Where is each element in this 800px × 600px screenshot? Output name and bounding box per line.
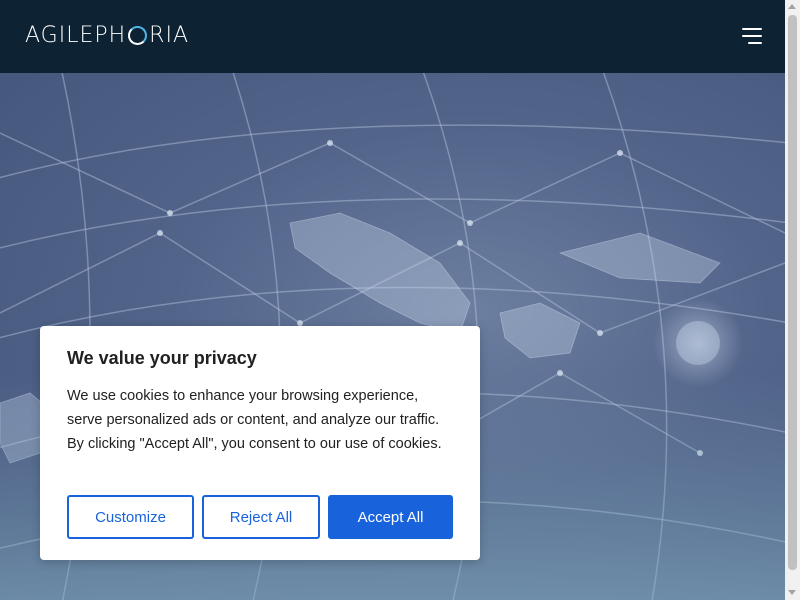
agilephoria-logo[interactable]: AGILEPH RIA (25, 22, 189, 48)
reject-all-button[interactable]: Reject All (202, 495, 320, 539)
logo-globe-icon (128, 25, 148, 45)
cookie-consent-banner: We value your privacy We use cookies to … (40, 326, 480, 560)
site-header: AGILEPH RIA (0, 0, 785, 73)
scroll-down-arrow-icon[interactable] (788, 590, 796, 595)
cookie-banner-description: We use cookies to enhance your browsing … (67, 388, 442, 452)
accept-all-button[interactable]: Accept All (328, 495, 453, 539)
logo-text-left: AGILEPH (25, 22, 127, 48)
hamburger-menu-icon[interactable] (738, 28, 762, 46)
scrollbar-thumb[interactable] (788, 15, 797, 570)
cookie-banner-actions: Customize Reject All Accept All (67, 495, 453, 539)
customize-button[interactable]: Customize (67, 495, 194, 539)
page-scrollbar[interactable] (785, 0, 800, 600)
logo-text-right: RIA (149, 22, 189, 48)
scroll-up-arrow-icon[interactable] (788, 4, 796, 9)
cookie-banner-title: We value your privacy (67, 348, 257, 368)
